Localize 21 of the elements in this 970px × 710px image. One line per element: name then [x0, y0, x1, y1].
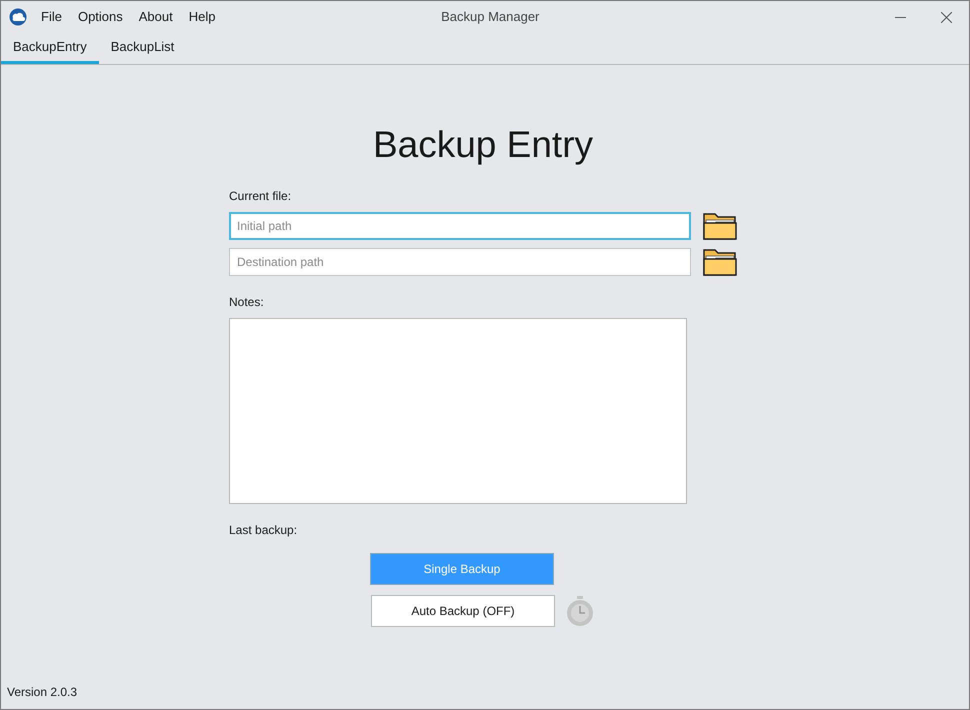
field-label: Notes:: [229, 294, 265, 311]
notes-field[interactable]: [229, 318, 687, 504]
window-title: Backup Manager: [440, 8, 540, 26]
menu-item[interactable]: File: [33, 7, 70, 27]
field-label: Last backup:: [229, 522, 298, 539]
version-label: Version 2.0.3: [7, 684, 78, 701]
path-field[interactable]: Destination path: [229, 248, 691, 276]
menu-item[interactable]: Help: [180, 7, 224, 27]
folder-icon[interactable]: [703, 211, 737, 241]
page-heading: Backup Entry: [372, 123, 594, 167]
minimize-icon: [894, 16, 906, 18]
menu-item[interactable]: About: [130, 7, 181, 27]
folder-icon[interactable]: [703, 247, 737, 277]
close-icon: [940, 12, 952, 22]
app-logo-icon: [9, 8, 27, 26]
tab[interactable]: BackupEntry: [1, 33, 99, 64]
auto-backup-button[interactable]: Auto Backup (OFF): [371, 595, 555, 627]
field-label: Current file:: [229, 188, 292, 205]
tab[interactable]: BackupList: [98, 33, 186, 64]
menu-item[interactable]: Options: [70, 7, 131, 27]
path-field[interactable]: Initial path: [229, 212, 691, 240]
